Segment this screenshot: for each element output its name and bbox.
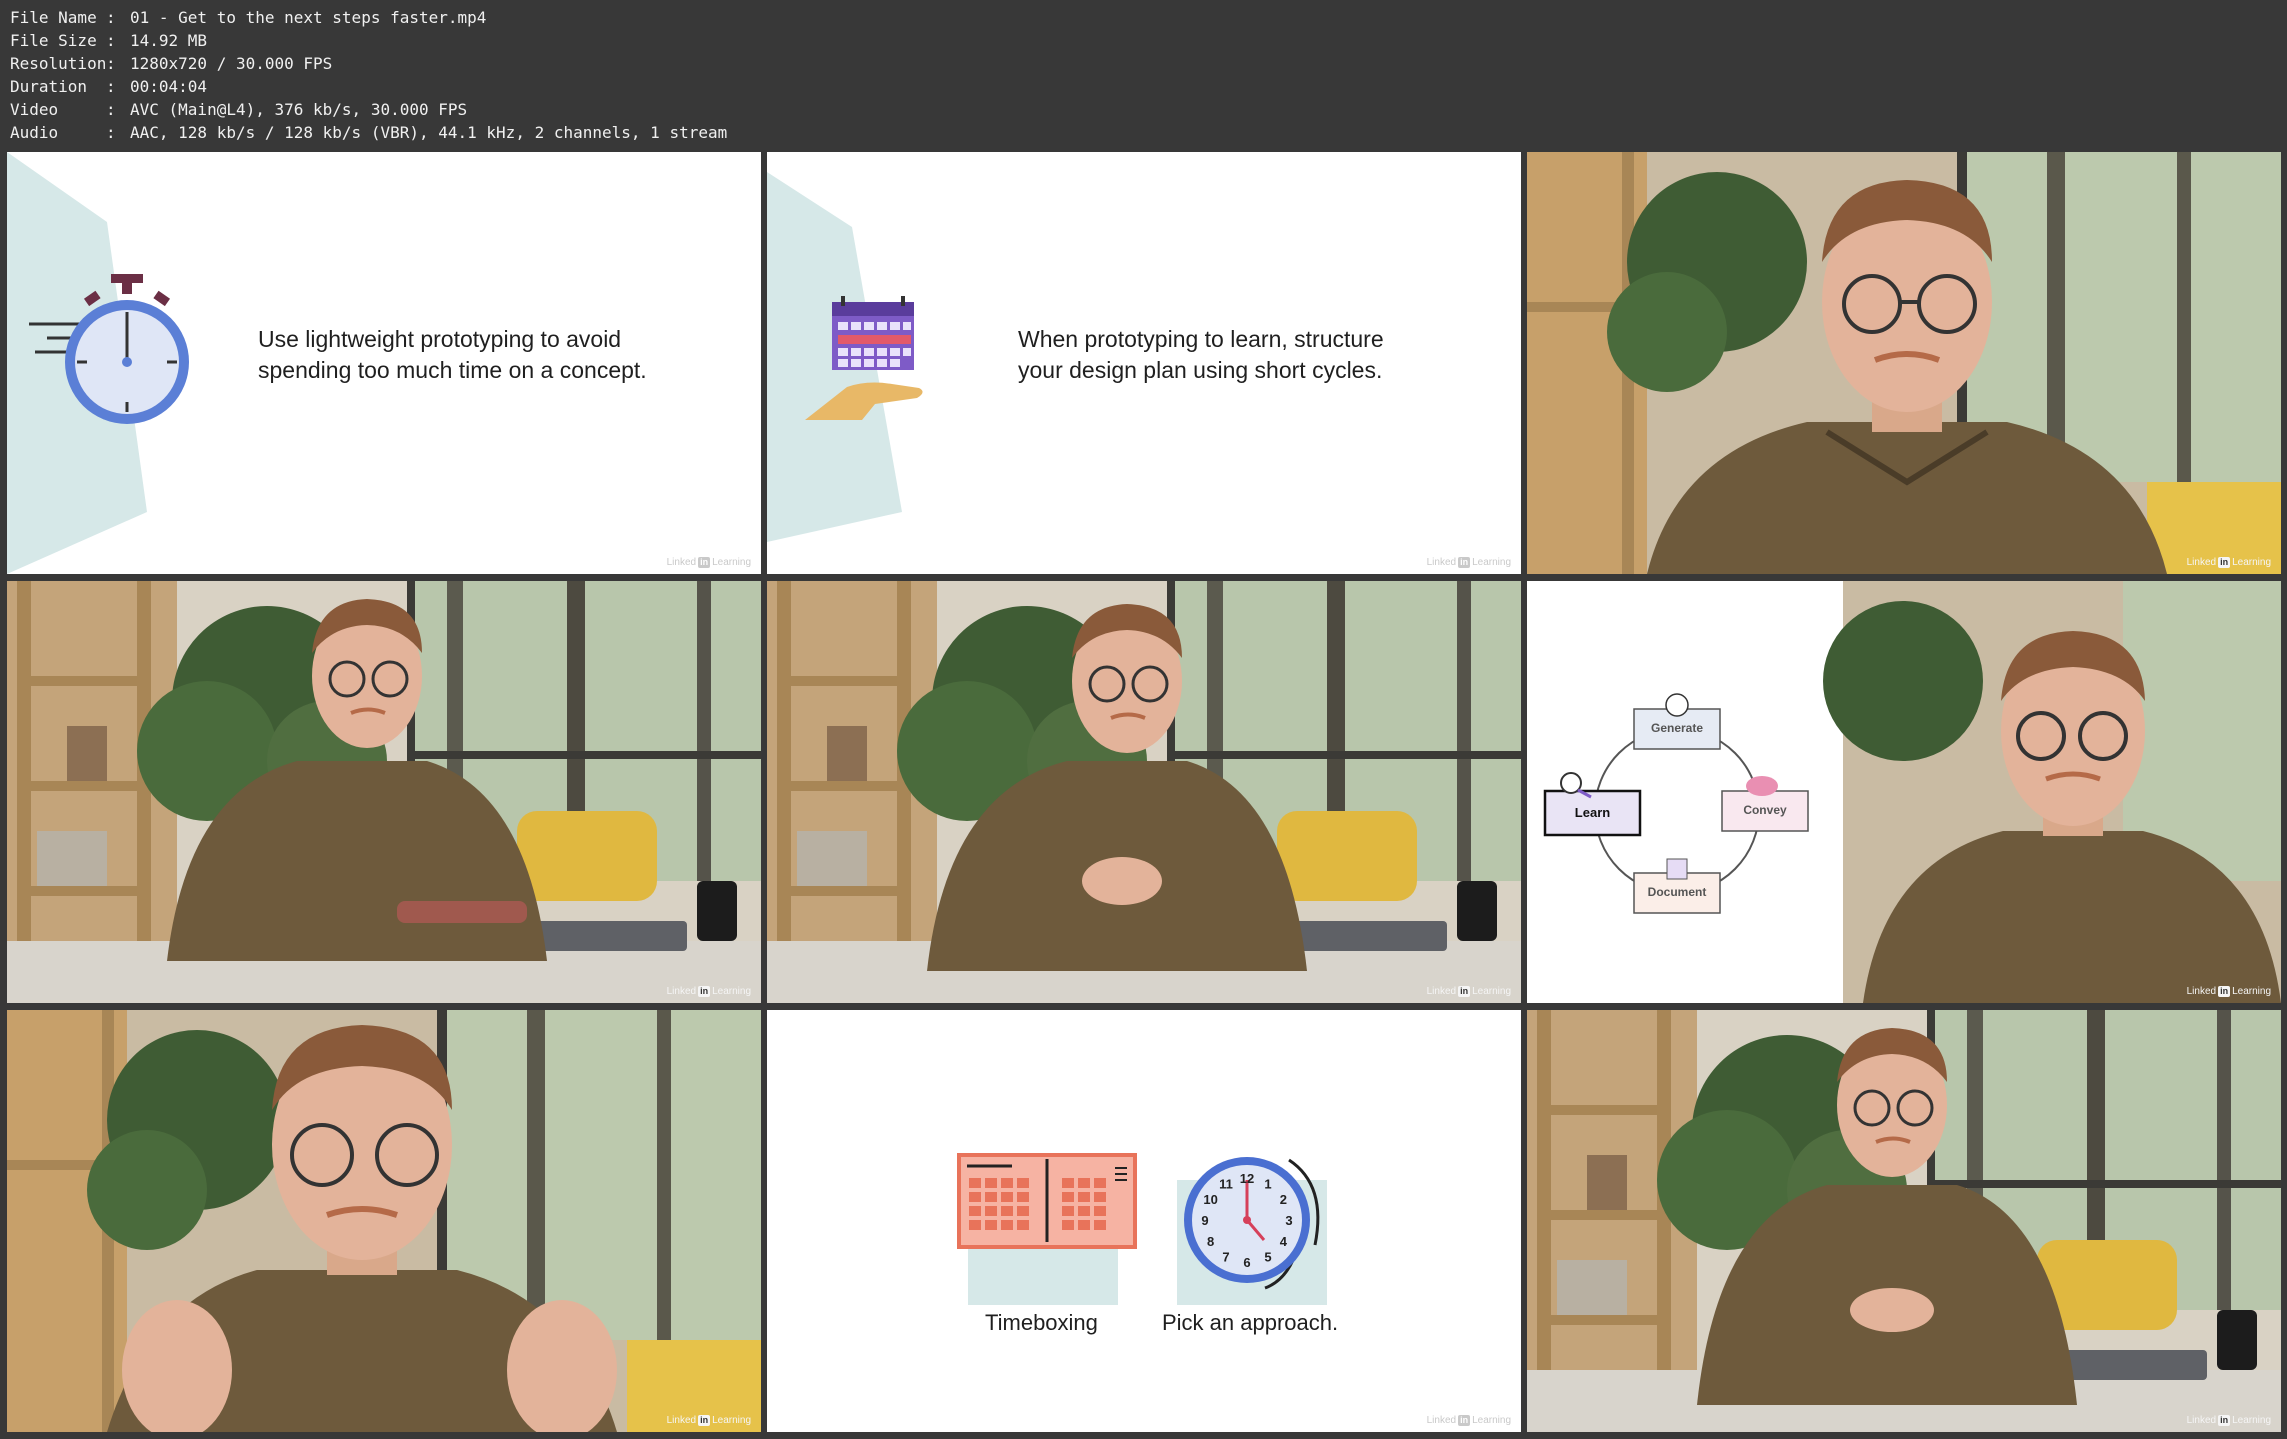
thumbnail-presenter-gesturing[interactable]: Linked in Learning [7, 1010, 761, 1432]
linkedin-learning-watermark: Linked in Learning [666, 557, 751, 568]
info-key: File Size [10, 31, 97, 50]
info-value: AAC, 128 kb/s / 128 kb/s (VBR), 44.1 kHz… [130, 123, 728, 142]
planner-icon [957, 1153, 1137, 1249]
clock-number: 4 [1280, 1234, 1288, 1249]
thumbnail-presenter-hands-clasped[interactable]: Linked in Learning [767, 581, 1521, 1003]
thumbnail-presenter-desk-wide[interactable]: Linked in Learning [1527, 1010, 2281, 1432]
cycle-label-generate: Generate [1650, 721, 1704, 735]
slide-caption: Use lightweight prototyping to avoid spe… [258, 324, 647, 386]
info-key: Resolution [10, 54, 107, 73]
presenter-frame [1527, 152, 2281, 574]
info-key: File Name [10, 8, 97, 27]
presenter-frame [7, 581, 761, 1003]
clock-number: 1 [1264, 1177, 1271, 1192]
info-key: Duration [10, 77, 88, 96]
clock-number: 9 [1201, 1213, 1208, 1228]
cycle-frame [1527, 581, 2281, 1003]
info-row-audio: Audio: AAC, 128 kb/s / 128 kb/s (VBR), 44… [10, 121, 727, 144]
cycle-label-convey: Convey [1743, 803, 1787, 817]
chat-bubble-icon [1746, 776, 1778, 796]
thumbnail-cycle-diagram[interactable]: Generate Convey Document Learn Linked in L… [1527, 581, 2281, 1003]
thumbnail-presenter-closeup[interactable]: Linked in Learning [1527, 152, 2281, 574]
cycle-label-document: Document [1647, 885, 1707, 899]
clock-number: 5 [1264, 1249, 1271, 1264]
cycle-label-learn: Learn [1574, 805, 1611, 820]
info-row-duration: Duration:00:04:04 [10, 75, 727, 98]
clock-number: 11 [1219, 1177, 1233, 1192]
clock-number: 3 [1285, 1213, 1292, 1228]
info-value: AVC (Main@L4), 376 kb/s, 30.000 FPS [130, 100, 468, 119]
info-separator: : [106, 8, 116, 27]
info-separator: : [106, 77, 116, 96]
linkedin-learning-watermark: Linked in Learning [1426, 986, 1511, 997]
document-icon [1666, 858, 1688, 880]
clock-number: 6 [1243, 1255, 1250, 1270]
linkedin-learning-watermark: Linked in Learning [1426, 1415, 1511, 1426]
timeboxing-label: Timeboxing [985, 1310, 1098, 1335]
clock-number: 2 [1280, 1192, 1287, 1207]
timeboxing-slide-art: 12 12 3 45678 9 1011 [957, 1153, 1327, 1305]
info-row-file-size: File Size:14.92 MB [10, 29, 727, 52]
clock-number: 8 [1207, 1234, 1214, 1249]
presenter-frame [7, 1010, 761, 1432]
caption-line: Use lightweight prototyping to avoid [258, 326, 622, 352]
slide-caption: When prototyping to learn, structure you… [1018, 324, 1384, 386]
info-value: 14.92 MB [130, 31, 208, 50]
info-separator: : [106, 54, 116, 73]
info-key: Video [10, 100, 59, 119]
thumbnail-calendar-slide[interactable]: When prototyping to learn, structure you… [767, 152, 1521, 574]
info-value: 1280x720 / 30.000 FPS [130, 54, 333, 73]
linkedin-learning-watermark: Linked in Learning [2186, 986, 2271, 997]
presenter-frame [1527, 1010, 2281, 1432]
pick-approach-label: Pick an approach. [1162, 1310, 1339, 1335]
clock-number: 12 [1240, 1171, 1254, 1186]
linkedin-learning-watermark: Linked in Learning [1426, 557, 1511, 568]
caption-line: spending too much time on a concept. [258, 357, 647, 383]
file-info-panel: File Name:01 - Get to the next steps fas… [10, 6, 727, 144]
linkedin-learning-watermark: Linked in Learning [666, 986, 751, 997]
info-row-resolution: Resolution:1280x720 / 30.000 FPS [10, 52, 727, 75]
calendar-icon [832, 296, 914, 370]
info-separator: : [106, 123, 116, 142]
caption-line: When prototyping to learn, structure [1018, 326, 1384, 352]
clock-number: 10 [1203, 1192, 1217, 1207]
clock-number: 7 [1222, 1249, 1229, 1264]
caption-line: your design plan using short cycles. [1018, 357, 1383, 383]
presenter-frame [767, 581, 1521, 1003]
info-key: Audio [10, 123, 59, 142]
info-value: 00:04:04 [130, 77, 208, 96]
linkedin-learning-watermark: Linked in Learning [2186, 557, 2271, 568]
info-separator: : [106, 31, 116, 50]
thumbnail-timeboxing-slide[interactable]: 12 1 2 3 4 5 6 7 8 9 10 11 Timeboxing Pick an appro… [767, 1010, 1521, 1432]
info-row-file-name: File Name:01 - Get to the next steps fas… [10, 6, 727, 29]
info-separator: : [106, 100, 116, 119]
lightbulb-icon [1665, 693, 1689, 717]
thumbnail-stopwatch-slide[interactable]: Use lightweight prototyping to avoid spe… [7, 152, 761, 574]
linkedin-learning-watermark: Linked in Learning [2186, 1415, 2271, 1426]
linkedin-learning-watermark: Linked in Learning [666, 1415, 751, 1426]
info-value: 01 - Get to the next steps faster.mp4 [130, 8, 487, 27]
thumbnail-presenter-desk[interactable]: Linked in Learning [7, 581, 761, 1003]
info-row-video: Video: AVC (Main@L4), 376 kb/s, 30.000 FP… [10, 98, 727, 121]
